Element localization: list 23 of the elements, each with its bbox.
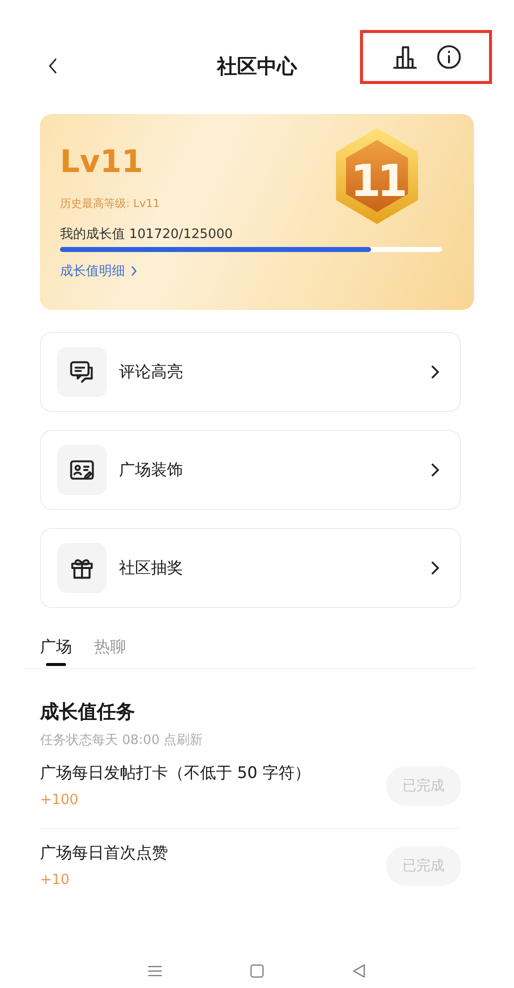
section-title: 成长值任务 bbox=[40, 700, 136, 725]
menu-label: 广场装饰 bbox=[119, 460, 184, 480]
growth-detail-link[interactable]: 成长值明细 bbox=[60, 262, 138, 280]
chevron-right-icon bbox=[129, 265, 138, 277]
tab[interactable]: 广场 bbox=[40, 636, 72, 668]
menu-label: 评论高亮 bbox=[119, 362, 184, 382]
info-icon[interactable] bbox=[436, 44, 462, 70]
menu-label: 社区抽奖 bbox=[119, 558, 184, 578]
menu-item[interactable]: 评论高亮 bbox=[40, 332, 461, 412]
history-level-text: 历史最高等级: Lv11 bbox=[60, 196, 160, 211]
menu-item[interactable]: 广场装饰 bbox=[40, 430, 461, 510]
task-title: 广场每日发帖打卡（不低于 50 字符） bbox=[40, 763, 312, 784]
home-icon[interactable] bbox=[248, 962, 266, 980]
task-title: 广场每日首次点赞 bbox=[40, 843, 169, 864]
level-text: Lv11 bbox=[60, 144, 144, 180]
menu-item[interactable]: 社区抽奖 bbox=[40, 528, 461, 608]
section-subtitle: 任务状态每天 08:00 点刷新 bbox=[40, 732, 204, 749]
comment-icon bbox=[69, 359, 95, 385]
page-title: 社区中心 bbox=[217, 52, 297, 80]
bar-chart-icon[interactable] bbox=[392, 44, 418, 70]
task-reward: +10 bbox=[40, 872, 71, 888]
task-reward: +100 bbox=[40, 792, 80, 808]
growth-value-label: 我的成长值 101720/125000 bbox=[60, 226, 234, 243]
